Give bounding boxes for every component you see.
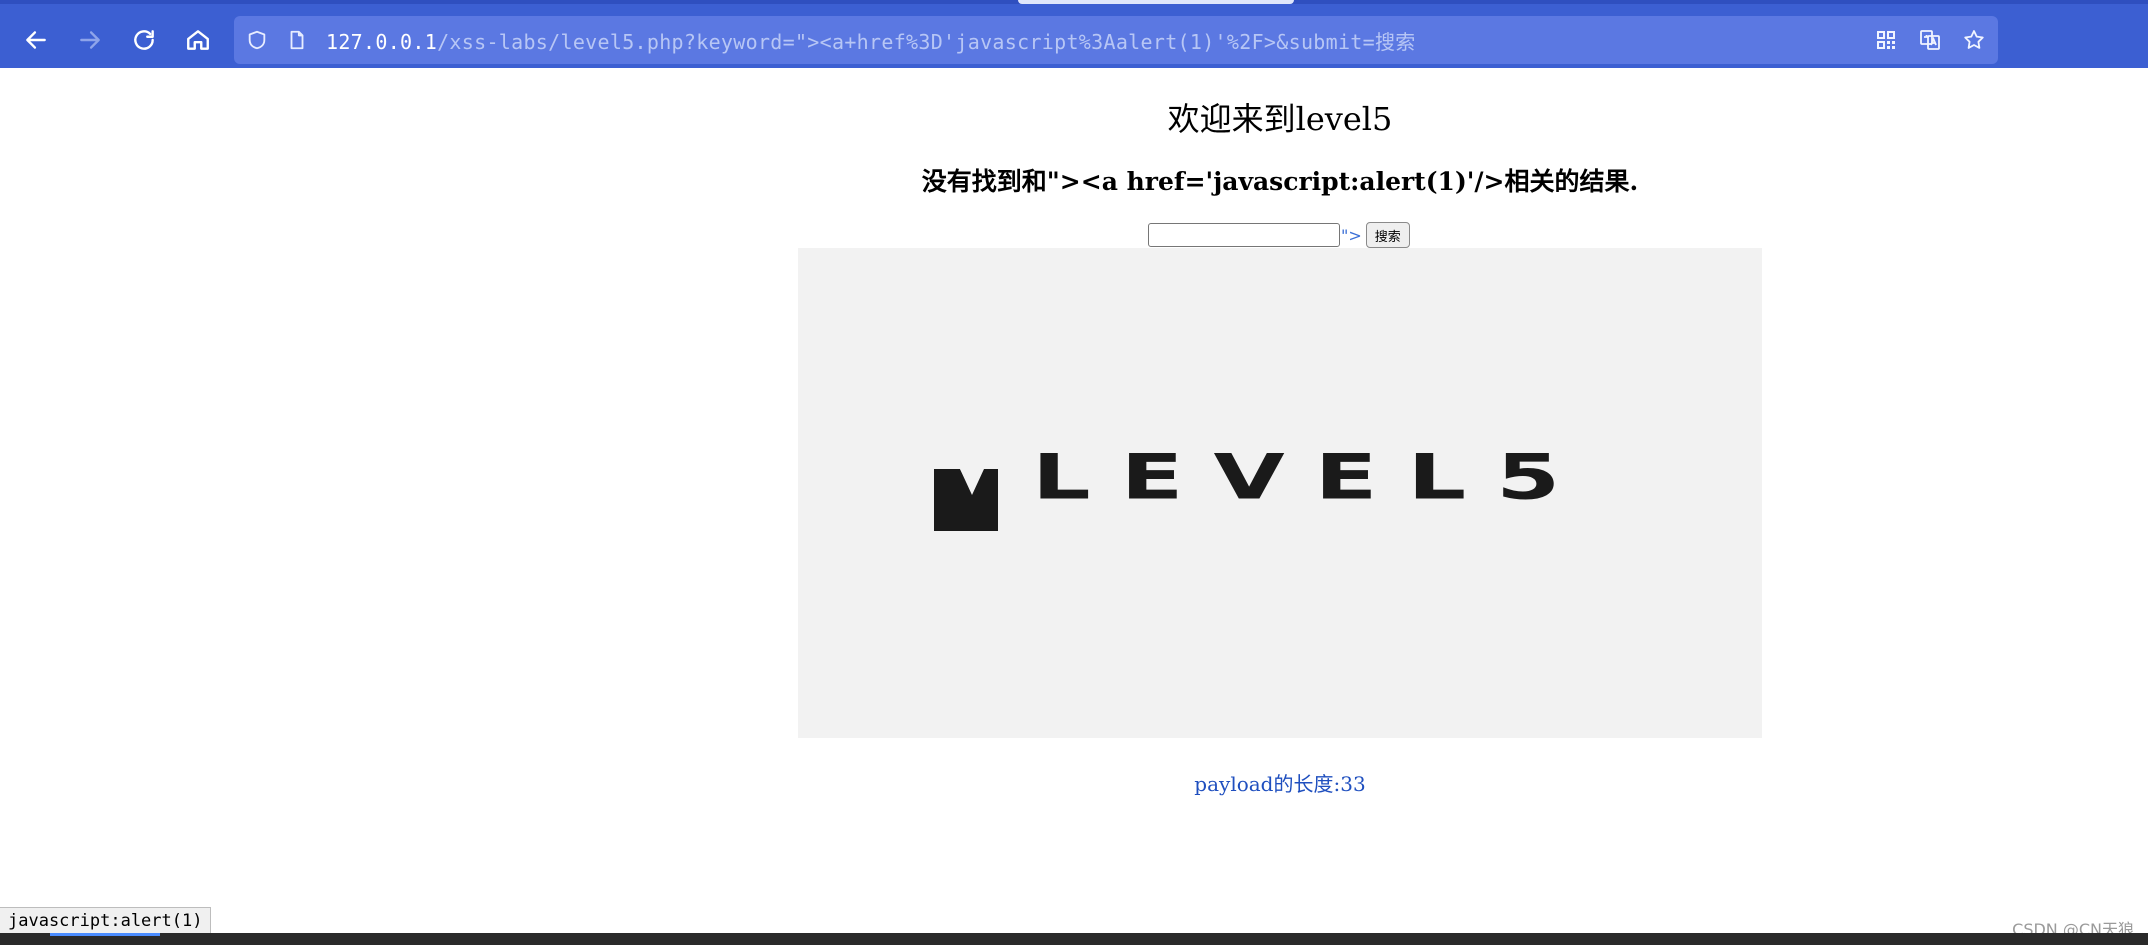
level5-banner-image: LEVEL5	[798, 248, 1762, 738]
back-arrow-icon	[26, 31, 46, 49]
result-message: 没有找到和"><a href='javascript:alert(1)'/>相关…	[921, 167, 1639, 196]
injected-stray-text: ">	[1341, 225, 1362, 245]
url-host: 127.0.0.1	[326, 29, 438, 54]
qr-code-icon[interactable]	[1870, 24, 1902, 56]
home-icon	[187, 30, 209, 50]
search-form: "> 搜索	[1148, 220, 1410, 250]
reload-button[interactable]	[124, 20, 164, 60]
taskbar-active-indicator	[50, 933, 160, 936]
translate-icon[interactable]	[1914, 24, 1946, 56]
active-tab-edge[interactable]	[1018, 0, 1294, 4]
level5-logo-mark	[934, 469, 998, 531]
home-button[interactable]	[178, 20, 218, 60]
star-icon[interactable]	[1958, 24, 1990, 56]
page-icon[interactable]	[284, 27, 310, 53]
level5-logo-text: LEVEL5	[1032, 440, 1591, 514]
address-bar[interactable]: 127.0.0.1/xss-labs/level5.php?keyword=">…	[234, 16, 1998, 64]
back-button[interactable]	[16, 20, 56, 60]
shield-icon[interactable]	[244, 27, 270, 53]
forward-arrow-icon	[80, 31, 100, 49]
search-button[interactable]: 搜索	[1365, 222, 1410, 248]
url-path: /xss-labs/level5.php?keyword="><a+href%3…	[437, 29, 1416, 54]
taskbar	[0, 933, 2148, 945]
reload-icon	[134, 30, 154, 50]
page-title: 欢迎来到level5	[1167, 100, 1393, 138]
link-preview-status: javascript:alert(1)	[0, 907, 212, 935]
url-text[interactable]: 127.0.0.1/xss-labs/level5.php?keyword=">…	[326, 26, 1416, 55]
keyword-input[interactable]	[1148, 223, 1340, 247]
payload-length: payload的长度:33	[1194, 772, 1366, 796]
browser-toolbar: 127.0.0.1/xss-labs/level5.php?keyword=">…	[0, 0, 2148, 68]
address-bar-actions	[1870, 24, 1990, 56]
forward-button[interactable]	[70, 20, 110, 60]
